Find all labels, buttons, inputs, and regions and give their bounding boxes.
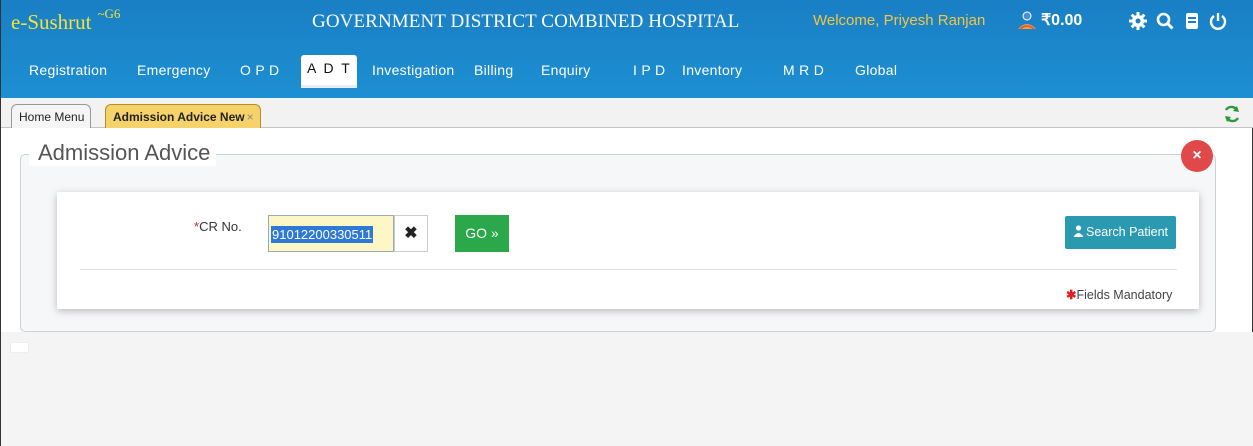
cr-label-text: CR No. (199, 219, 242, 234)
tab-home-menu[interactable]: Home Menu (11, 104, 92, 128)
blank-box (10, 342, 29, 353)
menu-opd[interactable]: O P D (240, 62, 279, 78)
search-icon[interactable] (1155, 11, 1175, 31)
wallet-balance: ₹0.00 (1041, 12, 1083, 29)
divider (80, 269, 1177, 270)
tab-label: Admission Advice New (113, 110, 245, 124)
content-background (1, 332, 1253, 446)
cr-no-label: *CR No. (194, 219, 242, 234)
tab-admission-advice[interactable]: Admission Advice New × (105, 104, 261, 128)
menu-global[interactable]: Global (855, 62, 897, 78)
cr-no-input[interactable]: 91012200330511 (268, 215, 394, 252)
user-icon (1073, 225, 1084, 237)
book-icon[interactable] (1182, 11, 1202, 31)
menu-emergency[interactable]: Emergency (137, 62, 211, 78)
app-frame: e-Sushrut ~G6 GOVERNMENT DISTRICT COMBINE… (0, 0, 1253, 446)
mandatory-note: ✱Fields Mandatory (1066, 287, 1172, 302)
tab-close-icon[interactable]: × (247, 110, 254, 124)
go-button[interactable]: GO » (455, 215, 509, 252)
menu-registration[interactable]: Registration (29, 62, 107, 78)
hospital-name: GOVERNMENT DISTRICT COMBINED HOSPITAL (312, 11, 740, 32)
menu-billing[interactable]: Billing (474, 62, 513, 78)
menu-inventory[interactable]: Inventory (682, 62, 742, 78)
gear-icon[interactable] (1128, 11, 1148, 31)
power-icon[interactable] (1208, 11, 1228, 31)
required-mark: ✱ (1066, 288, 1077, 302)
search-patient-label: Search Patient (1086, 225, 1168, 239)
menu-adt[interactable]: A D T (301, 55, 357, 88)
search-card (57, 192, 1199, 309)
user-avatar-icon[interactable] (1016, 10, 1038, 32)
brand-logo: e-Sushrut ~G6 (11, 6, 121, 34)
menu-mrd[interactable]: M R D (783, 62, 824, 78)
cr-no-value: 91012200330511 (271, 226, 374, 243)
refresh-icon[interactable] (1222, 104, 1242, 124)
mandatory-text: Fields Mandatory (1076, 288, 1173, 302)
search-patient-button[interactable]: Search Patient (1065, 216, 1176, 249)
tab-label: Home Menu (19, 110, 85, 124)
menu-ipd[interactable]: I P D (633, 62, 665, 78)
welcome-text: Welcome, Priyesh Ranjan (813, 12, 986, 29)
clear-button[interactable]: ✖ (394, 215, 428, 252)
close-button[interactable]: × (1181, 140, 1213, 172)
menu-enquiry[interactable]: Enquiry (541, 62, 591, 78)
menu-investigation[interactable]: Investigation (372, 62, 455, 78)
page-title: Admission Advice (32, 140, 217, 166)
